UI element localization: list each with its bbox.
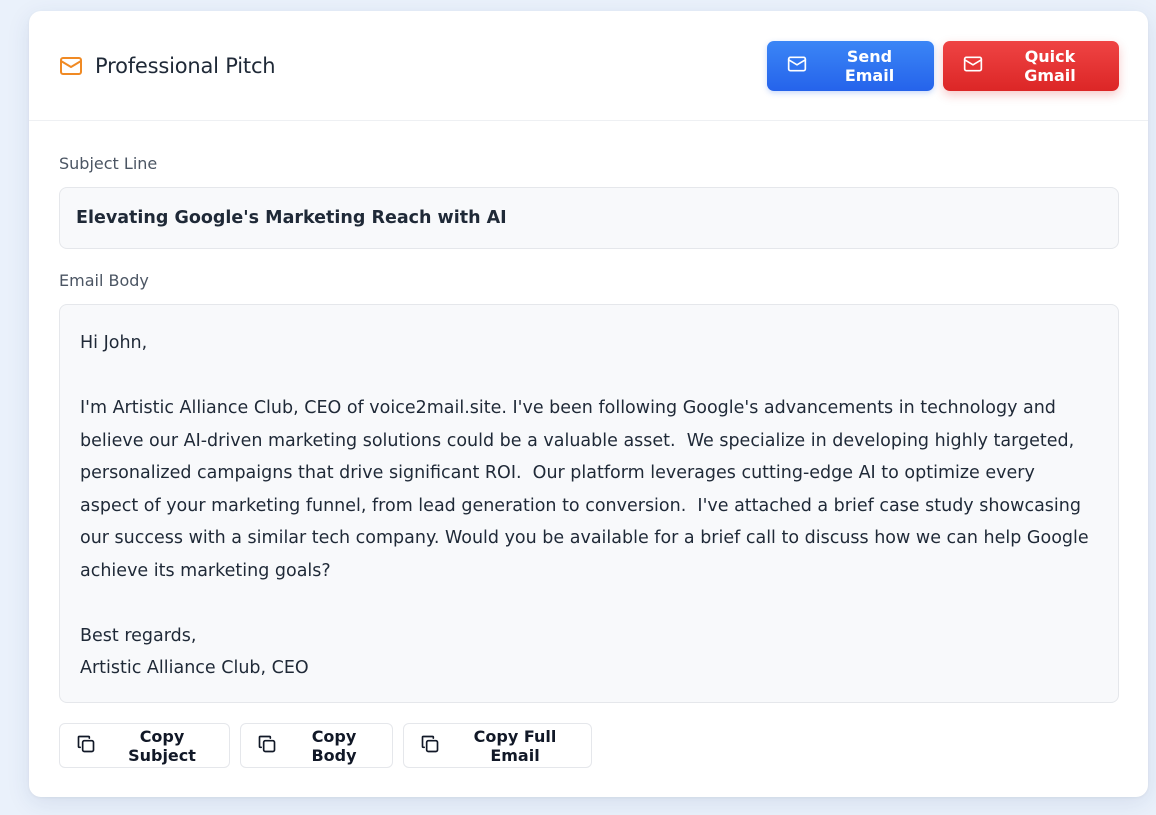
copy-icon [257,734,277,758]
subject-value: Elevating Google's Marketing Reach with … [76,208,507,228]
subject-field[interactable]: Elevating Google's Marketing Reach with … [59,187,1119,249]
mail-icon [787,54,807,78]
copy-body-label: Copy Body [311,726,357,765]
copy-actions: Copy Subject Copy Body Copy Full Email [59,723,592,768]
copy-subject-button[interactable]: Copy Subject [59,723,230,768]
card-header: Professional Pitch Send Email Quick Gmai… [29,11,1148,121]
mail-icon [59,54,83,78]
email-card: Professional Pitch Send Email Quick Gmai… [29,11,1148,797]
quick-gmail-button[interactable]: Quick Gmail [943,40,1119,91]
copy-icon [76,734,96,758]
send-email-button[interactable]: Send Email [767,40,934,91]
title-group: Professional Pitch [59,53,276,78]
copy-icon [420,734,440,758]
body-label: Email Body [59,271,149,290]
copy-full-email-label: Copy Full Email [473,726,557,765]
quick-gmail-label: Quick Gmail [1024,46,1076,85]
copy-full-email-button[interactable]: Copy Full Email [403,723,592,768]
mail-icon [963,54,983,78]
copy-subject-label: Copy Subject [128,726,196,765]
email-body-field[interactable]: Hi John, I'm Artistic Alliance Club, CEO… [59,304,1119,703]
subject-label: Subject Line [59,154,158,173]
header-actions: Send Email Quick Gmail [767,40,1119,91]
page-title: Professional Pitch [95,53,276,78]
send-email-label: Send Email [844,46,895,85]
copy-body-button[interactable]: Copy Body [240,723,393,768]
